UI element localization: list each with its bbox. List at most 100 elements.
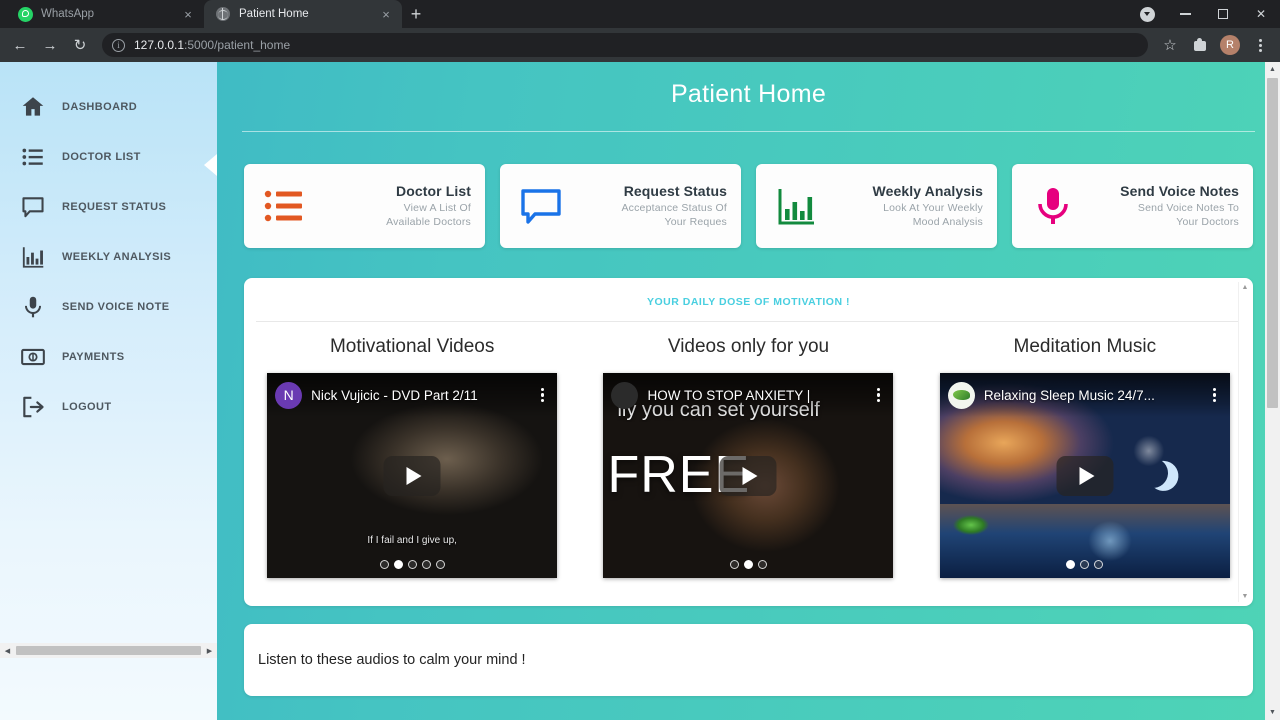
sidebar-item-label: DOCTOR LIST — [62, 151, 141, 163]
page-scrollbar[interactable]: ▲ ▼ — [1265, 62, 1280, 720]
sidebar-item-weekly-analysis[interactable]: WEEKLY ANALYSIS — [0, 232, 217, 282]
video-title[interactable]: HOW TO STOP ANXIETY | — [647, 388, 862, 403]
minimize-button[interactable] — [1166, 0, 1204, 28]
browser-tab-patient-home[interactable]: Patient Home × — [204, 0, 402, 28]
card-subtitle: View A List Of Available Doctors — [386, 201, 471, 228]
scrollbar-thumb[interactable] — [16, 646, 201, 655]
card-text: Request Status Acceptance Status Of Your… — [564, 183, 727, 229]
video-player-meditation[interactable]: Relaxing Sleep Music 24/7... — [939, 373, 1230, 578]
sidebar-item-label: SEND VOICE NOTE — [62, 301, 170, 313]
column-title: Motivational Videos — [329, 336, 495, 357]
channel-avatar[interactable]: N — [275, 381, 303, 409]
money-icon — [20, 344, 46, 370]
motivation-heading: YOUR DAILY DOSE OF MOTIVATION ! — [256, 278, 1241, 322]
carousel-dot-active[interactable] — [1066, 560, 1076, 569]
forward-icon[interactable]: → — [36, 31, 64, 59]
panel-scrollbar[interactable]: ▲ ▼ — [1238, 282, 1251, 602]
card-doctor-list[interactable]: Doctor List View A List Of Available Doc… — [244, 164, 485, 248]
play-button[interactable] — [383, 455, 441, 496]
video-column-foryou: Videos only for you ily you can set your… — [580, 336, 916, 578]
card-send-voice-notes[interactable]: Send Voice Notes Send Voice Notes To You… — [1012, 164, 1253, 248]
video-menu-icon[interactable] — [535, 387, 549, 403]
browser-toolbar: ← → ↻ i 127.0.0.1:5000/patient_home ☆ R — [0, 28, 1280, 62]
home-icon — [20, 94, 46, 120]
new-tab-button[interactable]: + — [402, 0, 430, 28]
card-weekly-analysis[interactable]: Weekly Analysis Look At Your Weekly Mood… — [756, 164, 997, 248]
card-text: Doctor List View A List Of Available Doc… — [308, 183, 471, 229]
browser-menu-icon[interactable] — [1246, 31, 1274, 59]
bullet-list-icon — [262, 183, 308, 229]
browser-tab-whatsapp[interactable]: WhatsApp × — [6, 0, 204, 28]
page-title: Patient Home — [670, 80, 827, 108]
play-button[interactable] — [719, 455, 777, 496]
logout-icon — [20, 394, 46, 420]
carousel-dots[interactable] — [603, 560, 893, 569]
back-icon[interactable]: ← — [6, 31, 34, 59]
sidebar-item-logout[interactable]: LOGOUT — [0, 382, 217, 432]
card-title: Request Status — [623, 182, 727, 199]
close-icon[interactable]: × — [378, 6, 394, 22]
column-title: Videos only for you — [667, 336, 830, 357]
sidebar-item-dashboard[interactable]: DASHBOARD — [0, 82, 217, 132]
browser-tabstrip: WhatsApp × Patient Home × + ✕ — [0, 0, 1280, 28]
scroll-up-icon[interactable]: ▲ — [1265, 62, 1280, 77]
sidebar-item-send-voice-note[interactable]: SEND VOICE NOTE — [0, 282, 217, 332]
carousel-dot[interactable] — [1094, 560, 1104, 569]
bar-chart-icon — [20, 244, 46, 270]
scroll-down-icon[interactable]: ▼ — [1265, 705, 1280, 720]
audio-section-heading: Listen to these audios to calm your mind… — [258, 652, 526, 668]
carousel-dot[interactable] — [379, 560, 389, 569]
video-menu-icon[interactable] — [1208, 387, 1222, 403]
video-player-motivational[interactable]: If I fail and I give up, N Nick Vujicic … — [267, 373, 558, 578]
card-text: Weekly Analysis Look At Your Weekly Mood… — [820, 183, 983, 229]
extensions-icon[interactable] — [1186, 31, 1214, 59]
channel-avatar[interactable] — [947, 381, 975, 409]
column-title: Meditation Music — [1013, 336, 1157, 357]
sidebar-item-doctor-list[interactable]: DOCTOR LIST — [0, 132, 217, 182]
bookmark-star-icon[interactable]: ☆ — [1156, 31, 1184, 59]
play-button[interactable] — [1056, 455, 1114, 496]
scroll-down-icon[interactable]: ▼ — [1242, 593, 1249, 600]
video-title[interactable]: Relaxing Sleep Music 24/7... — [984, 388, 1199, 403]
carousel-dots[interactable] — [267, 560, 557, 569]
sidebar-collapse-icon[interactable] — [204, 154, 217, 176]
carousel-dot-active[interactable] — [393, 560, 403, 569]
scroll-left-icon[interactable]: ◀ — [0, 643, 15, 658]
site-info-icon[interactable]: i — [112, 38, 125, 52]
card-title: Weekly Analysis — [872, 182, 983, 199]
maximize-button[interactable] — [1204, 0, 1242, 28]
summary-cards-row: Doctor List View A List Of Available Doc… — [217, 132, 1280, 248]
sidebar-item-request-status[interactable]: REQUEST STATUS — [0, 182, 217, 232]
close-icon[interactable]: × — [180, 6, 196, 22]
carousel-dot-active[interactable] — [743, 560, 753, 569]
scroll-up-icon[interactable]: ▲ — [1242, 284, 1249, 291]
profile-avatar[interactable]: R — [1216, 31, 1244, 59]
carousel-dot[interactable] — [421, 560, 431, 569]
video-menu-icon[interactable] — [871, 387, 885, 403]
channel-avatar[interactable] — [611, 381, 639, 409]
chevron-down-circle-icon[interactable] — [1128, 0, 1166, 28]
sidebar-horizontal-scrollbar[interactable]: ◀ ▶ — [0, 643, 217, 658]
address-bar[interactable]: i 127.0.0.1:5000/patient_home — [102, 33, 1148, 57]
reload-icon[interactable]: ↻ — [66, 31, 94, 59]
sidebar-item-label: WEEKLY ANALYSIS — [62, 251, 172, 263]
scroll-right-icon[interactable]: ▶ — [202, 643, 217, 658]
close-window-button[interactable]: ✕ — [1242, 0, 1280, 28]
bar-chart-icon — [774, 183, 820, 229]
list-icon — [20, 144, 46, 170]
carousel-dot[interactable] — [407, 560, 417, 569]
video-title[interactable]: Nick Vujicic - DVD Part 2/11 — [311, 388, 526, 403]
card-request-status[interactable]: Request Status Acceptance Status Of Your… — [500, 164, 741, 248]
sidebar-item-label: REQUEST STATUS — [62, 201, 167, 213]
carousel-dot[interactable] — [435, 560, 445, 569]
url-text: 127.0.0.1:5000/patient_home — [134, 38, 291, 52]
page-viewport: DASHBOARD DOCTOR LIST REQUEST STATUS WEE… — [0, 62, 1280, 720]
scrollbar-thumb[interactable] — [1267, 78, 1278, 408]
carousel-dots[interactable] — [940, 560, 1230, 569]
video-player-foryou[interactable]: ily you can set yourself FREE HOW TO STO… — [603, 373, 894, 578]
carousel-dot[interactable] — [1080, 560, 1090, 569]
sidebar-item-payments[interactable]: PAYMENTS — [0, 332, 217, 382]
carousel-dot[interactable] — [757, 560, 767, 569]
tab-label: Patient Home — [239, 8, 309, 20]
carousel-dot[interactable] — [729, 560, 739, 569]
